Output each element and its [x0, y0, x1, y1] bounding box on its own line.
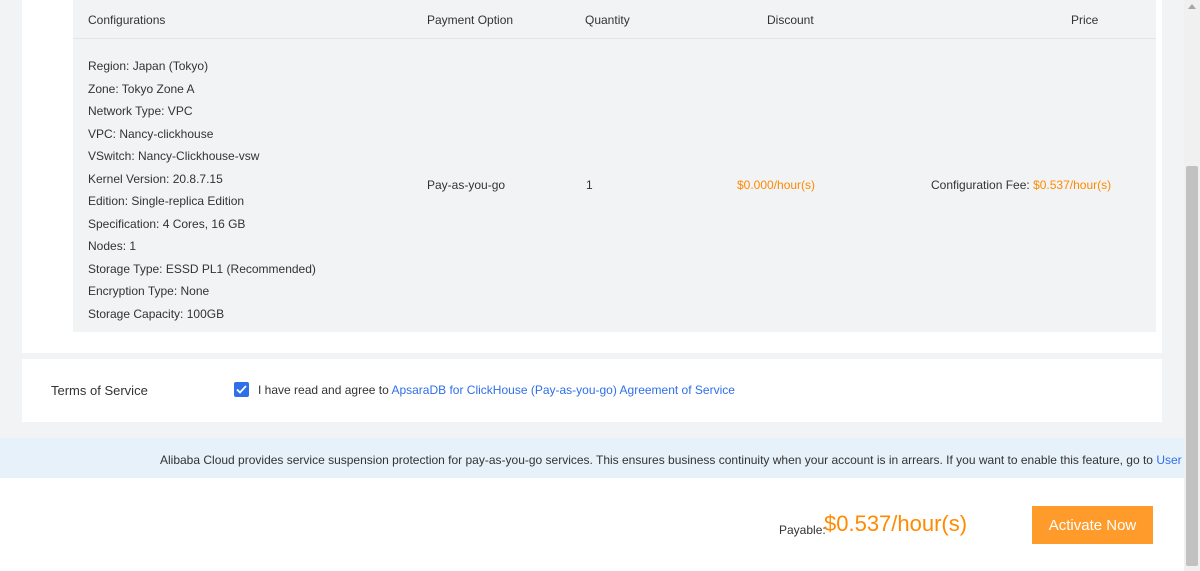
scrollbar-thumb[interactable]: [1186, 166, 1198, 566]
terms-title: Terms of Service: [51, 383, 148, 398]
table-header: Configurations Payment Option Quantity D…: [73, 0, 1156, 39]
suspension-notice-banner: Alibaba Cloud provides service suspensio…: [0, 438, 1200, 478]
check-icon: [236, 385, 247, 394]
config-vpc: VPC: Nancy-clickhouse: [88, 126, 214, 141]
price-value: $0.537/hour(s): [1033, 178, 1112, 192]
activate-now-button[interactable]: Activate Now: [1032, 506, 1153, 544]
header-price: Price: [1071, 13, 1099, 27]
price-label: Configuration Fee:: [931, 178, 1034, 192]
order-table: Configurations Payment Option Quantity D…: [73, 0, 1156, 332]
header-discount: Discount: [767, 13, 814, 27]
payable-amount: $0.537/hour(s): [824, 511, 968, 536]
header-quantity: Quantity: [585, 13, 630, 27]
config-zone: Zone: Tokyo Zone A: [88, 81, 195, 96]
order-summary-card: Configurations Payment Option Quantity D…: [22, 0, 1162, 353]
notice-text: Alibaba Cloud provides service suspensio…: [160, 453, 1200, 467]
agree-checkbox[interactable]: [234, 382, 249, 397]
header-configurations: Configurations: [88, 13, 166, 27]
payable-label: Payable:: [779, 523, 826, 537]
agreement-link[interactable]: ApsaraDB for ClickHouse (Pay-as-you-go) …: [391, 383, 734, 397]
price-cell: Configuration Fee: $0.537/hour(s): [931, 178, 1111, 192]
terms-of-service-card: Terms of Service I have read and agree t…: [22, 359, 1162, 422]
header-payment-option: Payment Option: [427, 13, 514, 27]
config-encryption-type: Encryption Type: None: [88, 284, 210, 298]
triangle-up-icon[interactable]: [1188, 4, 1196, 9]
agree-prefix: I have read and agree to: [258, 383, 392, 397]
discount-value: $0.000/hour(s): [737, 178, 816, 192]
configuration-list: Region: Japan (Tokyo) Zone: Tokyo Zone A…: [88, 55, 316, 325]
config-kernel-version: Kernel Version: 20.8.7.15: [88, 171, 223, 186]
config-specification: Specification: 4 Cores, 16 GB: [88, 216, 246, 231]
checkout-footer: Payable: $0.537/hour(s) Activate Now: [0, 478, 1184, 571]
payment-option-value: Pay-as-you-go: [427, 178, 506, 192]
notice-message: Alibaba Cloud provides service suspensio…: [160, 453, 1157, 467]
config-storage-type: Storage Type: ESSD PL1 (Recommended): [88, 261, 316, 276]
agree-text: I have read and agree to ApsaraDB for Cl…: [258, 383, 735, 397]
quantity-value: 1: [586, 178, 593, 192]
config-vswitch: VSwitch: Nancy-Clickhouse-vsw: [88, 149, 260, 163]
config-nodes: Nodes: 1: [88, 239, 137, 253]
config-edition: Edition: Single-replica Edition: [88, 194, 245, 208]
config-network-type: Network Type: VPC: [88, 104, 193, 118]
vertical-scrollbar[interactable]: [1184, 0, 1200, 571]
config-storage-capacity: Storage Capacity: 100GB: [88, 306, 225, 321]
config-region: Region: Japan (Tokyo): [88, 59, 209, 73]
